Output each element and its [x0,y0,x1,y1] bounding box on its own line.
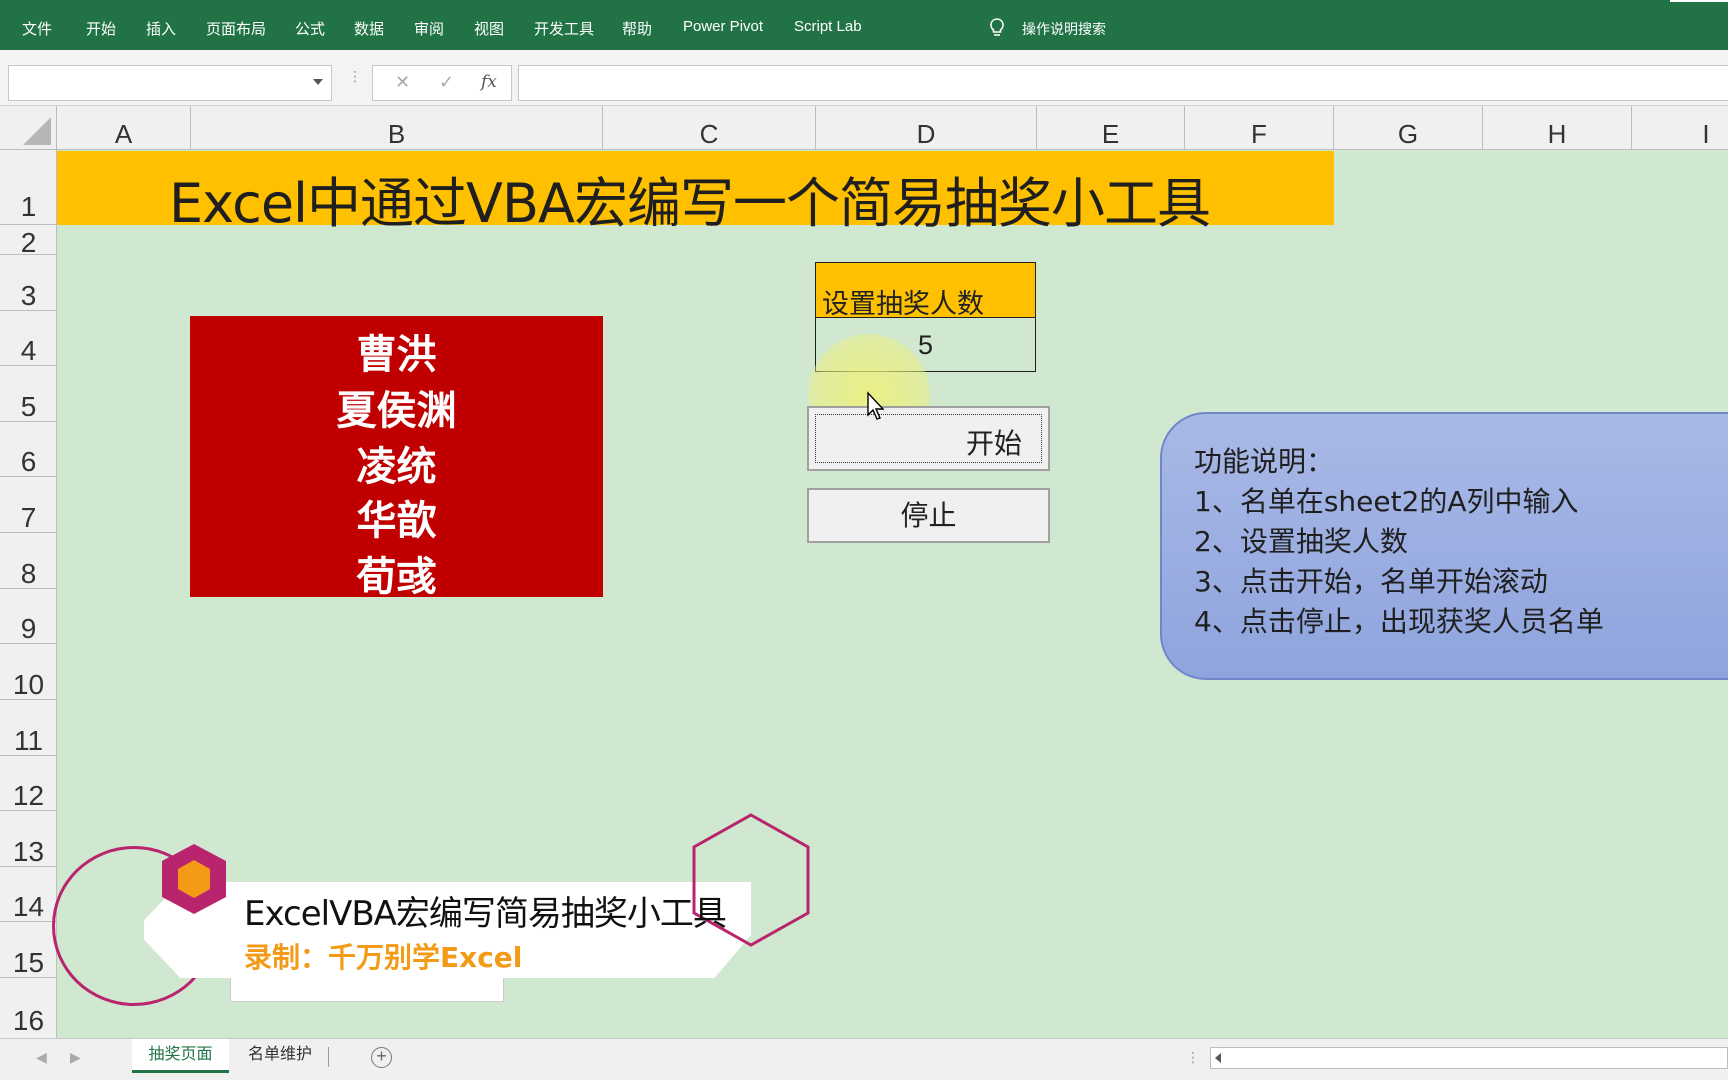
instruction-line: 3、点击开始，名单开始滚动 [1194,565,1548,598]
column-header-f[interactable]: F [1185,106,1334,150]
tab-insert[interactable]: 插入 [146,18,176,39]
sheet-tab-bar: ◀ ▶ 抽奖页面 名单维护 + ⋮ [0,1038,1728,1080]
cancel-icon[interactable]: ✕ [395,72,410,93]
instruction-line: 1、名单在sheet2的A列中输入 [1194,485,1579,518]
winners-list[interactable]: 曹洪 夏侯渊 凌统 华歆 荀彧 [190,316,603,600]
row-header-8[interactable]: 8 [0,533,57,589]
watermark-title: ExcelVBA宏编写简易抽奖小工具 [244,894,727,934]
column-headers: A B C D E F G H I [0,106,1728,150]
sheet-tab-lottery[interactable]: 抽奖页面 [132,1039,229,1073]
tab-file[interactable]: 文件 [22,18,52,39]
row-header-13[interactable]: 13 [0,811,57,867]
row-header-2[interactable]: 2 [0,225,57,258]
insert-function-icon[interactable]: fx [481,72,497,92]
winner-name: 夏侯渊 [336,388,457,434]
hexagon-logo-icon [162,844,226,914]
column-header-i[interactable]: I [1632,106,1728,150]
splitter-handle-icon[interactable]: ⋮ [1186,1049,1200,1066]
chevron-down-icon[interactable] [313,79,323,85]
tab-data[interactable]: 数据 [354,18,384,39]
start-button[interactable]: 开始 [807,406,1050,471]
window-edge [1670,0,1728,2]
row-header-14[interactable]: 14 [0,867,57,922]
ribbon-menu: 文件 开始 插入 页面布局 公式 数据 审阅 视图 开发工具 帮助 Power … [0,0,1728,50]
tab-script-lab[interactable]: Script Lab [794,18,862,35]
column-header-e[interactable]: E [1037,106,1185,150]
instructions-panel[interactable]: 功能说明： 1、名单在sheet2的A列中输入 2、设置抽奖人数 3、点击开始，… [1160,412,1728,680]
tab-help[interactable]: 帮助 [622,18,652,39]
winner-name: 凌统 [356,444,437,490]
scroll-left-icon[interactable]: ◀ [36,1049,47,1066]
row-header-4[interactable]: 4 [0,311,57,366]
row-header-1[interactable]: 1 [0,150,57,225]
start-button-label: 开始 [965,427,1022,460]
page-title: Excel中通过VBA宏编写一个简易抽奖小工具 [169,172,1211,235]
tab-power-pivot[interactable]: Power Pivot [683,18,763,35]
winner-name: 华歆 [356,498,437,544]
drag-handle-icon[interactable]: ⋮ [348,69,362,83]
horizontal-scrollbar[interactable] [1210,1047,1728,1069]
tab-home[interactable]: 开始 [86,18,116,39]
winner-name: 曹洪 [356,332,437,378]
column-header-h[interactable]: H [1483,106,1632,150]
row-header-15[interactable]: 15 [0,922,57,978]
column-header-b[interactable]: B [191,106,603,150]
instruction-line: 4、点击停止，出现获奖人员名单 [1194,605,1604,638]
row-header-5[interactable]: 5 [0,366,57,422]
formula-bar: ⋮ ✕ ✓ fx [0,50,1728,106]
row-header-16[interactable]: 16 [0,978,57,1038]
mouse-pointer-icon [867,391,885,420]
row-header-3[interactable]: 3 [0,255,57,311]
instructions-heading: 功能说明： [1194,445,1335,478]
row-header-10[interactable]: 10 [0,644,57,700]
instruction-line: 2、设置抽奖人数 [1194,525,1408,558]
winner-name: 荀彧 [356,554,437,600]
select-all-button[interactable] [0,106,57,150]
enter-icon[interactable]: ✓ [439,72,454,93]
row-header-7[interactable]: 7 [0,477,57,533]
column-header-g[interactable]: G [1334,106,1483,150]
tab-view[interactable]: 视图 [474,18,504,39]
tab-developer[interactable]: 开发工具 [534,18,594,39]
row-header-11[interactable]: 11 [0,700,57,756]
watermark-subtitle: 录制：千万别学Excel [244,941,523,974]
select-all-icon [23,117,51,145]
tab-review[interactable]: 审阅 [414,18,444,39]
stop-button[interactable]: 停止 [807,488,1050,543]
add-sheet-icon[interactable]: + [371,1047,392,1068]
lightbulb-icon [990,18,1004,36]
formula-buttons: ✕ ✓ fx [372,65,512,101]
scroll-left-arrow-icon[interactable] [1215,1053,1221,1063]
row-header-12[interactable]: 12 [0,756,57,811]
tab-formulas[interactable]: 公式 [295,18,325,39]
name-box[interactable] [8,65,332,101]
title-banner[interactable]: Excel中通过VBA宏编写一个简易抽奖小工具 [57,151,1334,235]
tab-page-layout[interactable]: 页面布局 [206,18,266,39]
row-header-9[interactable]: 9 [0,589,57,644]
column-header-a[interactable]: A [57,106,191,150]
row-header-6[interactable]: 6 [0,422,57,477]
column-header-d[interactable]: D [816,106,1037,150]
sheet-tab-roster[interactable]: 名单维护 [232,1039,328,1073]
column-header-c[interactable]: C [603,106,816,150]
tab-divider [328,1047,329,1067]
tell-me-search[interactable]: 操作说明搜索 [1022,19,1106,39]
formula-input[interactable] [518,65,1728,101]
row-headers: 1 2 3 4 5 6 7 8 9 10 11 12 13 14 15 16 [0,150,57,1038]
lottery-count-label[interactable]: 设置抽奖人数 [816,263,1035,320]
scroll-right-icon[interactable]: ▶ [70,1049,81,1066]
